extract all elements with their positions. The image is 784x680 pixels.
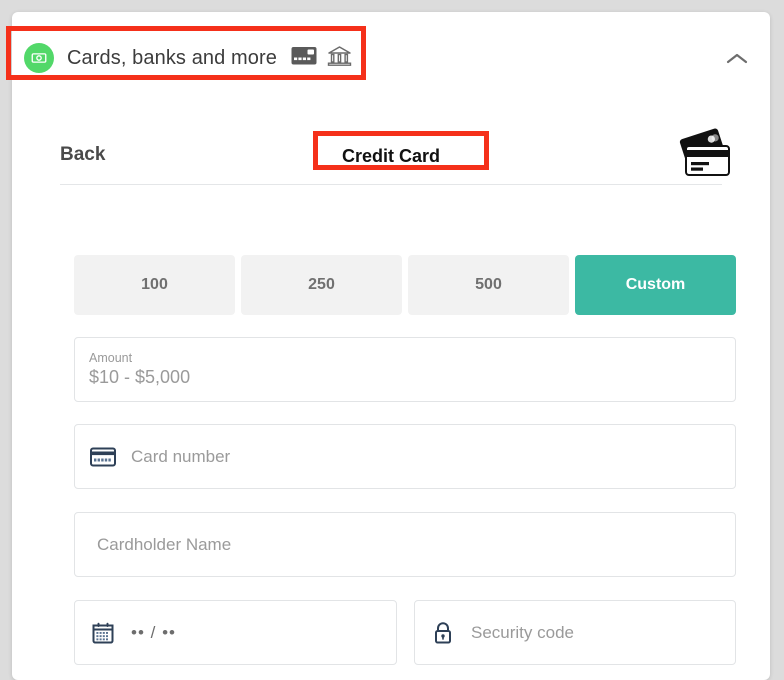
amount-input-label: Amount	[89, 351, 133, 365]
expiry-date-input[interactable]: •• / ••	[74, 600, 397, 665]
section-divider	[60, 184, 722, 185]
amount-preset-row: 100 250 500 Custom	[74, 255, 736, 315]
security-code-input[interactable]: Security code	[414, 600, 736, 665]
security-code-placeholder: Security code	[471, 622, 574, 642]
chevron-up-icon[interactable]	[724, 46, 750, 72]
cardholder-name-input[interactable]: Cardholder Name	[74, 512, 736, 577]
lock-icon	[429, 621, 457, 645]
credit-card-icon	[89, 445, 117, 469]
bank-icon	[327, 45, 352, 72]
amount-preset-500[interactable]: 500	[408, 255, 569, 315]
amount-input-placeholder: $10 - $5,000	[89, 367, 191, 387]
back-button[interactable]: Back	[60, 144, 105, 166]
card-number-placeholder: Card number	[131, 446, 231, 466]
page-title: Credit Card	[342, 146, 441, 166]
amount-preset-custom[interactable]: Custom	[575, 255, 736, 315]
cardholder-name-placeholder: Cardholder Name	[97, 534, 232, 554]
stacked-cards-icon	[672, 128, 736, 182]
card-number-input[interactable]: Card number	[74, 424, 736, 489]
money-bill-icon	[24, 43, 54, 73]
header-left-group: Cards, banks and more	[12, 43, 352, 73]
header-title: Cards, banks and more	[67, 46, 277, 69]
calendar-icon	[89, 621, 117, 645]
payment-panel: Cards, banks and more Back Credit Card 1…	[12, 12, 770, 680]
credit-card-icon	[291, 46, 317, 71]
amount-preset-250[interactable]: 250	[241, 255, 402, 315]
amount-input[interactable]: Amount $10 - $5,000	[74, 337, 736, 402]
header-method-icons	[291, 45, 352, 72]
payment-methods-header[interactable]: Cards, banks and more	[12, 28, 770, 88]
amount-preset-100[interactable]: 100	[74, 255, 235, 315]
expiry-date-placeholder: •• / ••	[131, 622, 176, 642]
